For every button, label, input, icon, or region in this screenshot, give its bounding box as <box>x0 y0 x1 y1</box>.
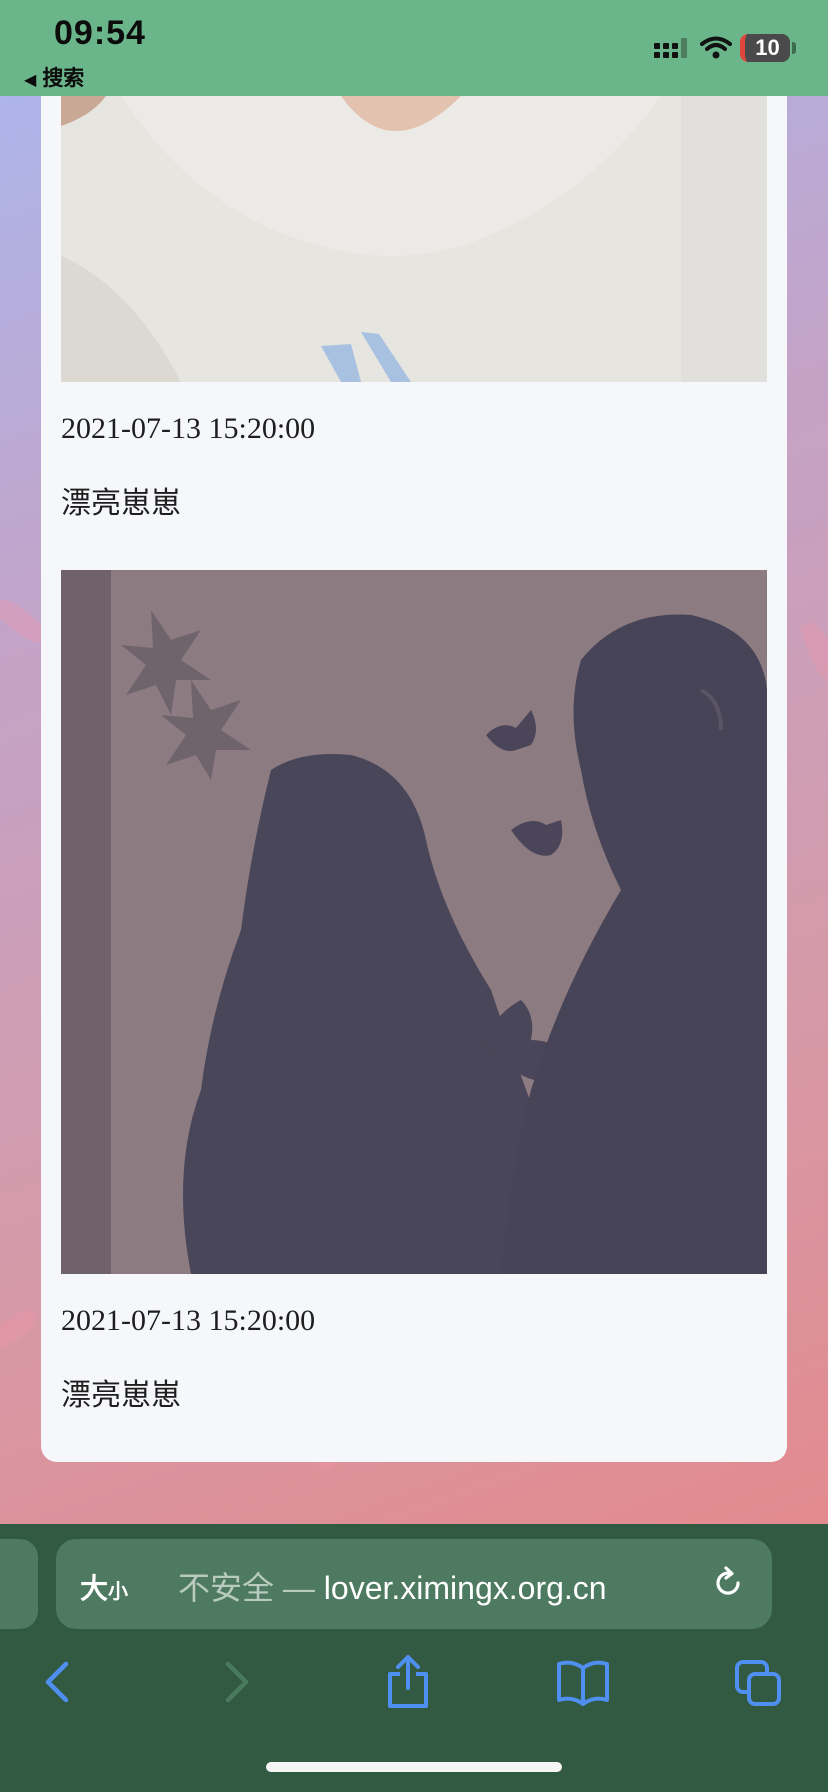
tabs-icon[interactable] <box>734 1654 784 1710</box>
post-caption: 漂亮崽崽 <box>61 1378 181 1413</box>
url-display[interactable]: 不安全 — lover.ximingx.org.cn <box>178 1563 607 1609</box>
text-size-small-label: 小 <box>108 1581 129 1603</box>
text-size-button[interactable]: 大小 <box>80 1567 128 1607</box>
wifi-icon <box>700 36 732 59</box>
text-size-big-label: 大 <box>80 1573 109 1604</box>
posts-card: 2021-07-13 15:20:00 漂亮崽崽 2021-07-13 15:2… <box>41 60 787 1462</box>
back-triangle-icon: ◀ <box>24 72 37 89</box>
back-to-search-link[interactable]: ◀ 搜索 <box>24 62 84 92</box>
browser-chrome: 大小 不安全 — lover.ximingx.org.cn <box>0 1524 828 1792</box>
post-time: 2021-07-13 15:20:00 <box>61 1304 316 1337</box>
back-icon[interactable] <box>40 1654 76 1710</box>
battery-nub <box>792 42 796 54</box>
status-bar: 09:54 ◀ 搜索 10 <box>0 0 828 96</box>
back-label: 搜索 <box>42 67 85 90</box>
status-time: 09:54 <box>54 14 146 52</box>
post-caption: 漂亮崽崽 <box>61 486 181 521</box>
home-indicator <box>266 1762 562 1772</box>
battery-icon: 10 <box>740 34 790 62</box>
domain-label: lover.ximingx.org.cn <box>323 1570 607 1606</box>
post-time: 2021-07-13 15:20:00 <box>61 412 316 445</box>
cellular-signal-icon <box>654 38 687 58</box>
bookmarks-icon[interactable] <box>556 1654 610 1710</box>
address-bar[interactable]: 大小 不安全 — lover.ximingx.org.cn <box>56 1539 772 1629</box>
post-photo <box>61 570 767 1274</box>
previous-tab-stub[interactable] <box>0 1539 38 1629</box>
post-photo <box>61 96 767 382</box>
security-label: 不安全 — <box>178 1570 324 1606</box>
share-icon[interactable] <box>386 1654 430 1710</box>
reload-icon[interactable] <box>710 1565 746 1601</box>
forward-icon[interactable] <box>218 1654 254 1710</box>
